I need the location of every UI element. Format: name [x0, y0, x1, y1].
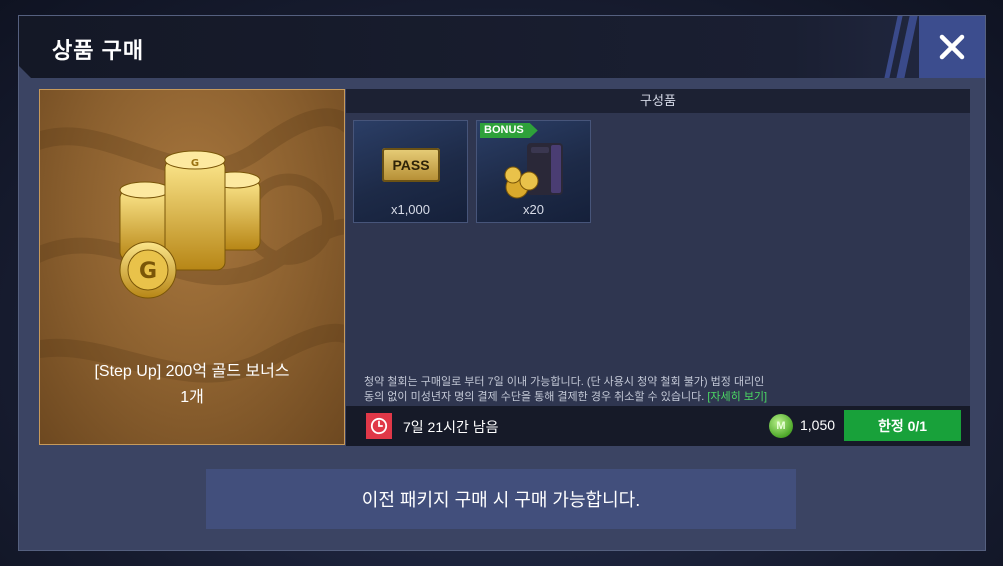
dialog-title: 상품 구매: [52, 38, 145, 63]
product-card: G G [Step Up] 200억 골드 보너스 1개: [39, 89, 345, 445]
pass-ticket-icon: PASS: [382, 148, 440, 182]
contents-panel: 구성품 PASS x1,000 BONUS x20: [346, 89, 970, 406]
close-button[interactable]: [919, 16, 985, 78]
contents-header: 구성품: [346, 89, 970, 113]
price-label: 1,050: [800, 417, 836, 433]
svg-text:G: G: [139, 259, 157, 284]
refund-notice-line2: 동의 없이 미성년자 명의 결제 수단을 통해 결제한 경우 취소할 수 있습니…: [364, 391, 705, 403]
refund-notice-line1: 청약 철회는 구매일로 부터 7일 이내 가능합니다. (단 사용시 청약 철회…: [364, 376, 765, 388]
product-quantity: 1개: [180, 389, 204, 406]
bonus-badge: BONUS: [480, 123, 538, 138]
refund-notice: 청약 철회는 구매일로 부터 7일 이내 가능합니다. (단 사용시 청약 철회…: [364, 375, 834, 405]
time-remaining: 7일 21시간 남음: [403, 419, 499, 435]
svg-text:G: G: [191, 158, 199, 169]
item-quantity: x20: [523, 202, 544, 217]
purchase-status-bar: 7일 21시간 남음 M 1,050 한정 0/1: [346, 406, 970, 446]
purchase-limit-button[interactable]: 한정 0/1: [844, 410, 961, 441]
prerequisite-notice: 이전 패키지 구매 시 구매 가능합니다.: [206, 469, 796, 529]
content-item-pass[interactable]: PASS x1,000: [353, 120, 468, 223]
product-name: [Step Up] 200억 골드 보너스: [94, 363, 290, 380]
clock-icon: [366, 413, 392, 439]
gold-coins-icon: G G: [119, 150, 261, 299]
gold-coins-bag-icon: [504, 143, 563, 199]
dialog-header: 상품 구매: [19, 16, 985, 78]
item-quantity: x1,000: [390, 202, 431, 217]
details-link[interactable]: [자세히 보기]: [707, 391, 767, 403]
mileage-coin-icon: M: [769, 414, 793, 438]
purchase-dialog: 상품 구매 G G [Step Up] 200억 골드 보너스 1개 구성품 P…: [18, 15, 986, 551]
close-icon: [939, 34, 965, 60]
content-item-gold-bag[interactable]: BONUS x20: [476, 120, 591, 223]
